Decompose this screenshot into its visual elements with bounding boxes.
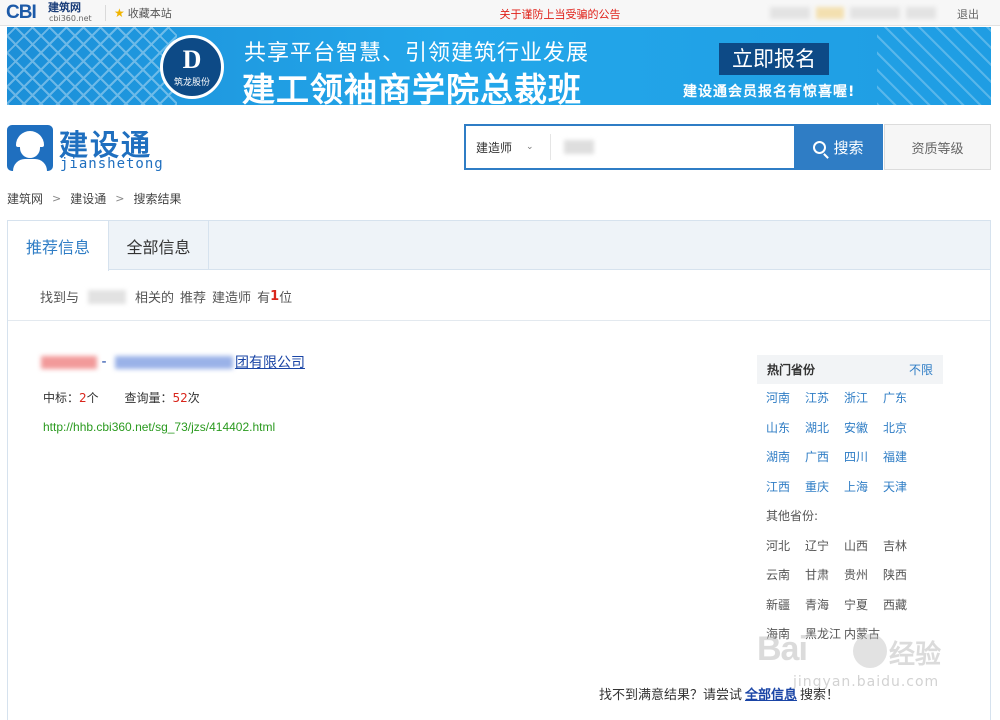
chevron-right-icon: > [115, 192, 125, 205]
breadcrumb-item-current: 搜索结果 [133, 192, 182, 206]
search-button-label: 搜索 [833, 139, 864, 157]
tab-recommended[interactable]: 推荐信息 [8, 221, 109, 271]
search-category-select[interactable]: 建造师 ⌄ [466, 126, 550, 168]
hot-province-item[interactable]: 北京 [883, 414, 922, 444]
other-province-item[interactable]: 黑龙江 [805, 620, 844, 650]
jianshetong-logo[interactable]: 建设通 jianshetong [7, 124, 167, 174]
result-title-link[interactable]: - 团有限公司 [41, 352, 305, 372]
cbi-logo-text: CBI [6, 2, 37, 23]
logout-link[interactable]: 退出 [957, 6, 979, 22]
other-province-item[interactable]: 河北 [766, 532, 805, 562]
favorite-label: 收藏本站 [127, 7, 172, 20]
user-info-blurred [770, 7, 940, 19]
signup-button[interactable]: 立即报名 [719, 43, 829, 75]
tab-all[interactable]: 全部信息 [109, 221, 209, 270]
hot-province-item[interactable]: 江西 [766, 473, 805, 503]
site-pinyin: jianshetong [60, 156, 164, 172]
zhulong-badge-icon: D 筑龙股份 [160, 35, 224, 99]
breadcrumb-item-cbi[interactable]: 建筑网 [7, 190, 43, 207]
hot-provinces-label: 热门省份 [767, 363, 816, 377]
star-icon: ★ [114, 6, 125, 20]
hot-province-item[interactable]: 安徽 [844, 414, 883, 444]
cbi-logo-cn: 建筑网 [48, 1, 81, 14]
search-icon [813, 140, 827, 154]
fraud-notice-link[interactable]: 关于谨防上当受骗的公告 [440, 6, 680, 22]
banner-promo: 建设通会员报名有惊喜喔! [683, 84, 856, 100]
other-province-item[interactable]: 西藏 [883, 591, 922, 621]
hot-province-item[interactable]: 湖北 [805, 414, 844, 444]
hot-province-item[interactable]: 重庆 [805, 473, 844, 503]
qualification-level-button[interactable]: 资质等级 [884, 124, 991, 170]
chevron-down-icon: ⌄ [526, 142, 534, 152]
no-result-hint: 找不到满意结果？请尝试 全部信息 搜索！ [599, 684, 839, 703]
hot-province-list: 河南 江苏 浙江 广东山东 湖北 安徽 北京湖南 广西 四川 福建江西 重庆 上海 天津 [757, 384, 943, 502]
favorite-link[interactable]: ★ 收藏本站 [114, 5, 172, 21]
other-province-list: 河北 辽宁 山西 吉林云南 甘肃 贵州 陕西新疆 青海 宁夏 西藏海南 黑龙江 内蒙古 [757, 532, 943, 650]
top-bar: CBI 建筑网 cbi360.net ★ 收藏本站 关于谨防上当受骗的公告 退出 [0, 0, 1000, 26]
hot-province-item[interactable]: 四川 [844, 443, 883, 473]
unlimited-link[interactable]: 不限 [909, 361, 933, 378]
other-province-item[interactable]: 山西 [844, 532, 883, 562]
other-province-item[interactable]: 辽宁 [805, 532, 844, 562]
banner-pattern [7, 27, 177, 105]
other-province-item[interactable]: 青海 [805, 591, 844, 621]
hot-province-item[interactable]: 山东 [766, 414, 805, 444]
hot-province-item[interactable]: 天津 [883, 473, 922, 503]
tab-bar: 推荐信息 全部信息 [8, 221, 990, 271]
chevron-right-icon: > [52, 192, 62, 205]
bid-count: 2 [79, 391, 87, 405]
banner-headline: 建工领袖商学院总裁班 [242, 70, 582, 105]
hot-province-item[interactable]: 广东 [883, 384, 922, 414]
result-meta: 中标：2个 查询量：52次 [43, 391, 200, 405]
search-button[interactable]: 搜索 [794, 124, 883, 170]
province-filter: 热门省份 不限 河南 江苏 浙江 广东山东 湖北 安徽 北京湖南 广西 四川 福建江西 重庆 上海 天津… [757, 355, 943, 650]
views-count: 52 [172, 391, 188, 405]
promo-banner[interactable]: D 筑龙股份 共享平台智慧、引领建筑行业发展 建工领袖商学院总裁班 立即报名 建… [7, 27, 991, 105]
breadcrumb-item-jst[interactable]: 建设通 [70, 190, 106, 207]
hot-province-item[interactable]: 江苏 [805, 384, 844, 414]
breadcrumb: 建筑网 > 建设通 > 搜索结果 [7, 190, 181, 207]
province-filter-header: 热门省份 不限 [757, 355, 943, 384]
other-provinces-label: 其他省份: [766, 509, 819, 523]
topbar-divider [105, 5, 106, 21]
other-province-item[interactable]: 甘肃 [805, 561, 844, 591]
search-input[interactable] [554, 132, 789, 162]
keyword-blurred [88, 289, 127, 304]
hot-province-item[interactable]: 浙江 [844, 384, 883, 414]
other-province-item[interactable]: 新疆 [766, 591, 805, 621]
banner-pattern-right [877, 27, 991, 105]
all-info-link[interactable]: 全部信息 [745, 684, 797, 703]
search-category-value: 建造师 [476, 140, 513, 155]
other-province-item[interactable]: 贵州 [844, 561, 883, 591]
worker-helmet-icon [7, 125, 53, 171]
results-panel: 推荐信息 全部信息 找到与 相关的 推荐 建造师 有 1 位 - 团有限公司 中… [7, 220, 991, 720]
cbi-logo[interactable]: CBI 建筑网 cbi360.net [6, 2, 106, 24]
result-title-text: 团有限公司 [234, 355, 305, 371]
other-province-item[interactable]: 海南 [766, 620, 805, 650]
other-province-item[interactable]: 陕西 [883, 561, 922, 591]
other-province-item[interactable]: 云南 [766, 561, 805, 591]
hot-province-item[interactable]: 河南 [766, 384, 805, 414]
other-province-item[interactable]: 内蒙古 [844, 620, 883, 650]
result-url[interactable]: http://hhb.cbi360.net/sg_73/jzs/414402.h… [43, 420, 275, 434]
hot-province-item[interactable]: 上海 [844, 473, 883, 503]
result-summary: 找到与 相关的 推荐 建造师 有 1 位 [40, 289, 293, 306]
other-province-item[interactable]: 吉林 [883, 532, 922, 562]
badge-brand: 筑龙股份 [173, 77, 210, 88]
search-box: 建造师 ⌄ 搜索 [464, 124, 883, 170]
hot-province-item[interactable]: 广西 [805, 443, 844, 473]
cbi-logo-domain: cbi360.net [49, 14, 92, 23]
hot-province-item[interactable]: 福建 [883, 443, 922, 473]
other-province-item[interactable]: 宁夏 [844, 591, 883, 621]
hot-province-item[interactable]: 湖南 [766, 443, 805, 473]
result-count: 1 [270, 289, 280, 304]
